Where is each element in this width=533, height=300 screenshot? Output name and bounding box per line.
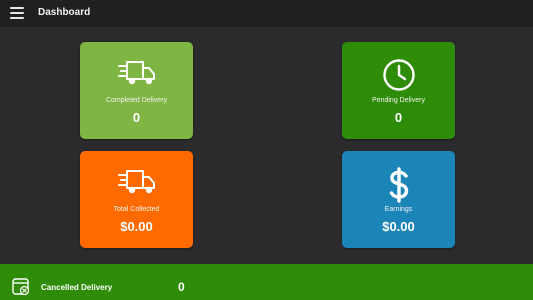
pending-delivery-label: Pending Delivery [372, 97, 425, 104]
earnings-label: Earnings [384, 206, 413, 213]
completed-delivery-label: Completed Delivery [105, 97, 168, 104]
total-collected-amount: $0.00 [120, 219, 153, 234]
delivery-truck-icon [80, 58, 193, 90]
total-collected-label: Total Collected [113, 206, 160, 213]
app-root: Dashboard Completed Delivery 0 Pending D… [0, 0, 533, 300]
clock-icon [342, 58, 455, 91]
completed-delivery-count: 0 [132, 110, 141, 125]
pending-delivery-card[interactable]: Pending Delivery 0 [342, 42, 455, 139]
page-title: Dashboard [38, 7, 91, 18]
hamburger-menu-icon[interactable] [10, 5, 28, 21]
earnings-card[interactable]: Earnings $0.00 [342, 151, 455, 248]
cancelled-box-icon [11, 276, 31, 296]
top-app-bar: Dashboard [0, 0, 533, 27]
completed-delivery-card[interactable]: Completed Delivery 0 [80, 42, 193, 139]
dollar-icon [342, 167, 455, 203]
cancelled-delivery-label: Cancelled Delivery [41, 283, 113, 292]
cancelled-delivery-count: 0 [178, 280, 185, 294]
cancelled-delivery-bar[interactable]: Cancelled Delivery 0 [0, 264, 533, 300]
earnings-amount: $0.00 [382, 219, 415, 234]
delivery-truck-icon [80, 167, 193, 199]
pending-delivery-count: 0 [394, 110, 403, 125]
total-collected-card[interactable]: Total Collected $0.00 [80, 151, 193, 248]
